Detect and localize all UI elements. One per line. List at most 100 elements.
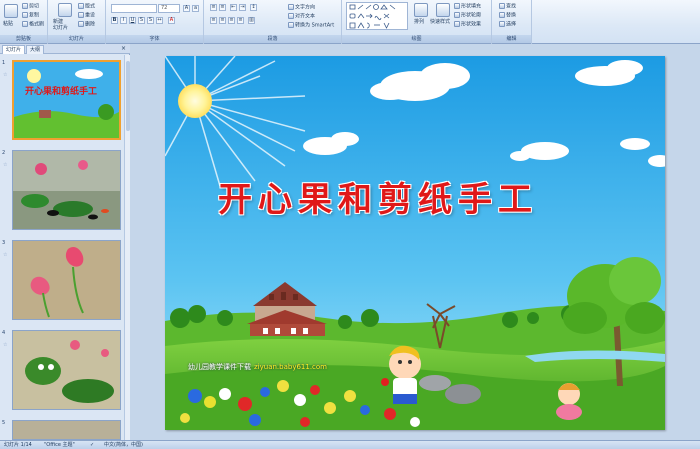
decrease-indent-icon[interactable]: ⇤	[230, 4, 237, 11]
slide-title[interactable]: 开心果和剪纸手工	[218, 172, 538, 221]
thumbnail-image	[12, 150, 121, 230]
slide-background	[165, 56, 665, 430]
transition-star-icon: ☆	[3, 342, 8, 348]
brace-shape-icon	[366, 22, 370, 29]
strikethrough-icon[interactable]: S	[138, 17, 145, 24]
vee-shape-icon	[383, 22, 390, 29]
tab-slides[interactable]: 幻灯片	[2, 45, 26, 54]
cut-button[interactable]: 剪切	[22, 3, 39, 10]
align-center-icon[interactable]: ≡	[219, 17, 226, 24]
transition-star-icon: ☆	[3, 252, 8, 258]
slide-thumbnail-5[interactable]: 5	[0, 420, 124, 440]
transition-star-icon: ☆	[3, 72, 8, 78]
slide-thumbnail-4[interactable]: 4 ☆	[0, 330, 124, 410]
justify-icon[interactable]: ≡	[237, 17, 244, 24]
align-text-button[interactable]: 对齐文本	[288, 13, 315, 20]
align-right-icon[interactable]: ≡	[228, 17, 235, 24]
scrollbar-thumb[interactable]	[126, 61, 130, 131]
quick-styles-icon[interactable]	[436, 3, 450, 17]
font-group: 72 A a B I U S S ↔ A 字体	[106, 0, 204, 44]
underline-icon[interactable]: U	[129, 17, 136, 24]
paste-button[interactable]: 粘贴	[3, 21, 13, 27]
replace-button[interactable]: 替换	[499, 12, 516, 19]
arrange-button[interactable]: 排列	[414, 19, 424, 25]
reset-button[interactable]: 重设	[78, 12, 95, 19]
thumbnail-image	[12, 240, 121, 320]
new-slide-icon[interactable]	[58, 3, 72, 17]
reset-icon	[78, 12, 84, 18]
editing-group: 查找 替换 选择 编辑	[492, 0, 532, 44]
columns-icon[interactable]: ▥	[248, 17, 255, 24]
wedge-shape-icon	[357, 22, 365, 29]
increase-indent-icon[interactable]: ⇥	[239, 4, 246, 11]
shape-effects-button[interactable]: 形状效果	[454, 21, 481, 28]
square-shape-icon	[349, 22, 356, 29]
shadow-icon[interactable]: S	[147, 17, 154, 24]
slide-thumbnail-3[interactable]: 3 ☆	[0, 240, 124, 320]
font-name-combo[interactable]	[111, 4, 157, 13]
drawing-label: 绘图	[342, 35, 491, 43]
quick-styles-button[interactable]: 快速样式	[430, 19, 450, 25]
line2-shape-icon	[389, 4, 396, 10]
delete-button[interactable]: 删除	[78, 21, 95, 28]
watermark-text: 幼儿园教学课件下载	[188, 363, 251, 371]
transition-star-icon: ☆	[3, 162, 8, 168]
align-left-icon[interactable]: ≡	[210, 17, 217, 24]
find-button[interactable]: 查找	[499, 3, 516, 10]
pane-scrollbar[interactable]	[124, 55, 130, 440]
binoculars-icon	[499, 3, 505, 9]
right-arrow-shape-icon	[366, 13, 373, 19]
slide-canvas[interactable]: 开心果和剪纸手工 幼儿园教学课件下载 ziyuan.baby611.com	[165, 56, 665, 430]
arrow-shape-icon	[365, 4, 372, 10]
thumbnail-number: 2	[2, 150, 6, 156]
triangle-shape-icon	[380, 4, 388, 10]
copy-button[interactable]: 复制	[22, 12, 39, 19]
chevron-shape-icon	[357, 13, 365, 19]
slide-count: 幻灯片 1/14	[4, 442, 32, 448]
pane-tabs: 幻灯片 大纲 ×	[0, 44, 130, 54]
select-button[interactable]: 选择	[499, 21, 516, 28]
spacing-icon[interactable]: ↔	[156, 17, 163, 24]
thumbnail-image: 开心果和剪纸手工	[12, 60, 121, 140]
italic-icon[interactable]: I	[120, 17, 127, 24]
tab-outline[interactable]: 大纲	[26, 45, 45, 54]
bold-icon[interactable]: B	[111, 17, 118, 24]
shape-outline-button[interactable]: 形状轮廓	[454, 12, 481, 19]
paste-icon[interactable]	[4, 4, 18, 18]
cross-shape-icon	[383, 13, 390, 19]
paragraph-group: ≡ ≡ ⇤ ⇥ ↕ ≡ ≡ ≡ ≡ ▥ 文字方向 对齐文本 转换为 SmartA…	[204, 0, 342, 44]
shrink-font-icon[interactable]: a	[192, 5, 199, 12]
theme-name: "Office 主题"	[44, 442, 75, 448]
line-spacing-icon[interactable]: ↕	[250, 4, 257, 11]
bullets-icon[interactable]: ≡	[210, 4, 217, 11]
new-slide-button[interactable]: 新建 幻灯片	[53, 19, 68, 31]
slide-thumbnail-2[interactable]: 2 ☆	[0, 150, 124, 230]
drawing-group: 排列 快速样式 形状填充 形状轮廓 形状效果 绘图	[342, 0, 492, 44]
shapes-gallery[interactable]	[346, 2, 408, 30]
paragraph-label: 段落	[204, 35, 341, 43]
ribbon: 粘贴 剪切 复制 格式刷 剪贴板 新建 幻灯片 版式 重设 删除 幻灯片 72 …	[0, 0, 700, 44]
layout-button[interactable]: 版式	[78, 3, 95, 10]
spell-check-icon[interactable]: ✓	[90, 441, 94, 449]
status-bar: 幻灯片 1/14 "Office 主题" ✓ 中文(简体，中国)	[0, 440, 700, 449]
cursor-icon	[499, 21, 505, 27]
thumbnail-number: 4	[2, 330, 6, 336]
shape-fill-button[interactable]: 形状填充	[454, 3, 481, 10]
line-shape-icon	[357, 4, 364, 10]
grow-font-icon[interactable]: A	[183, 5, 190, 12]
slide-thumbnail-1[interactable]: 1 ☆ 开心果和剪纸手工	[0, 60, 124, 140]
delete-icon	[78, 21, 84, 27]
font-color-icon[interactable]: A	[168, 17, 175, 24]
format-painter-button[interactable]: 格式刷	[22, 21, 44, 28]
arrange-icon[interactable]	[414, 3, 428, 17]
sun-icon	[178, 84, 212, 118]
smartart-button[interactable]: 转换为 SmartArt	[288, 22, 334, 29]
text-direction-button[interactable]: 文字方向	[288, 4, 315, 11]
font-size-combo[interactable]: 72	[158, 4, 180, 13]
rect-shape-icon	[349, 4, 356, 10]
copy-icon	[22, 12, 28, 18]
font-label: 字体	[106, 35, 203, 43]
scissors-icon	[22, 3, 28, 9]
numbering-icon[interactable]: ≡	[219, 4, 226, 11]
close-pane-icon[interactable]: ×	[121, 45, 126, 52]
